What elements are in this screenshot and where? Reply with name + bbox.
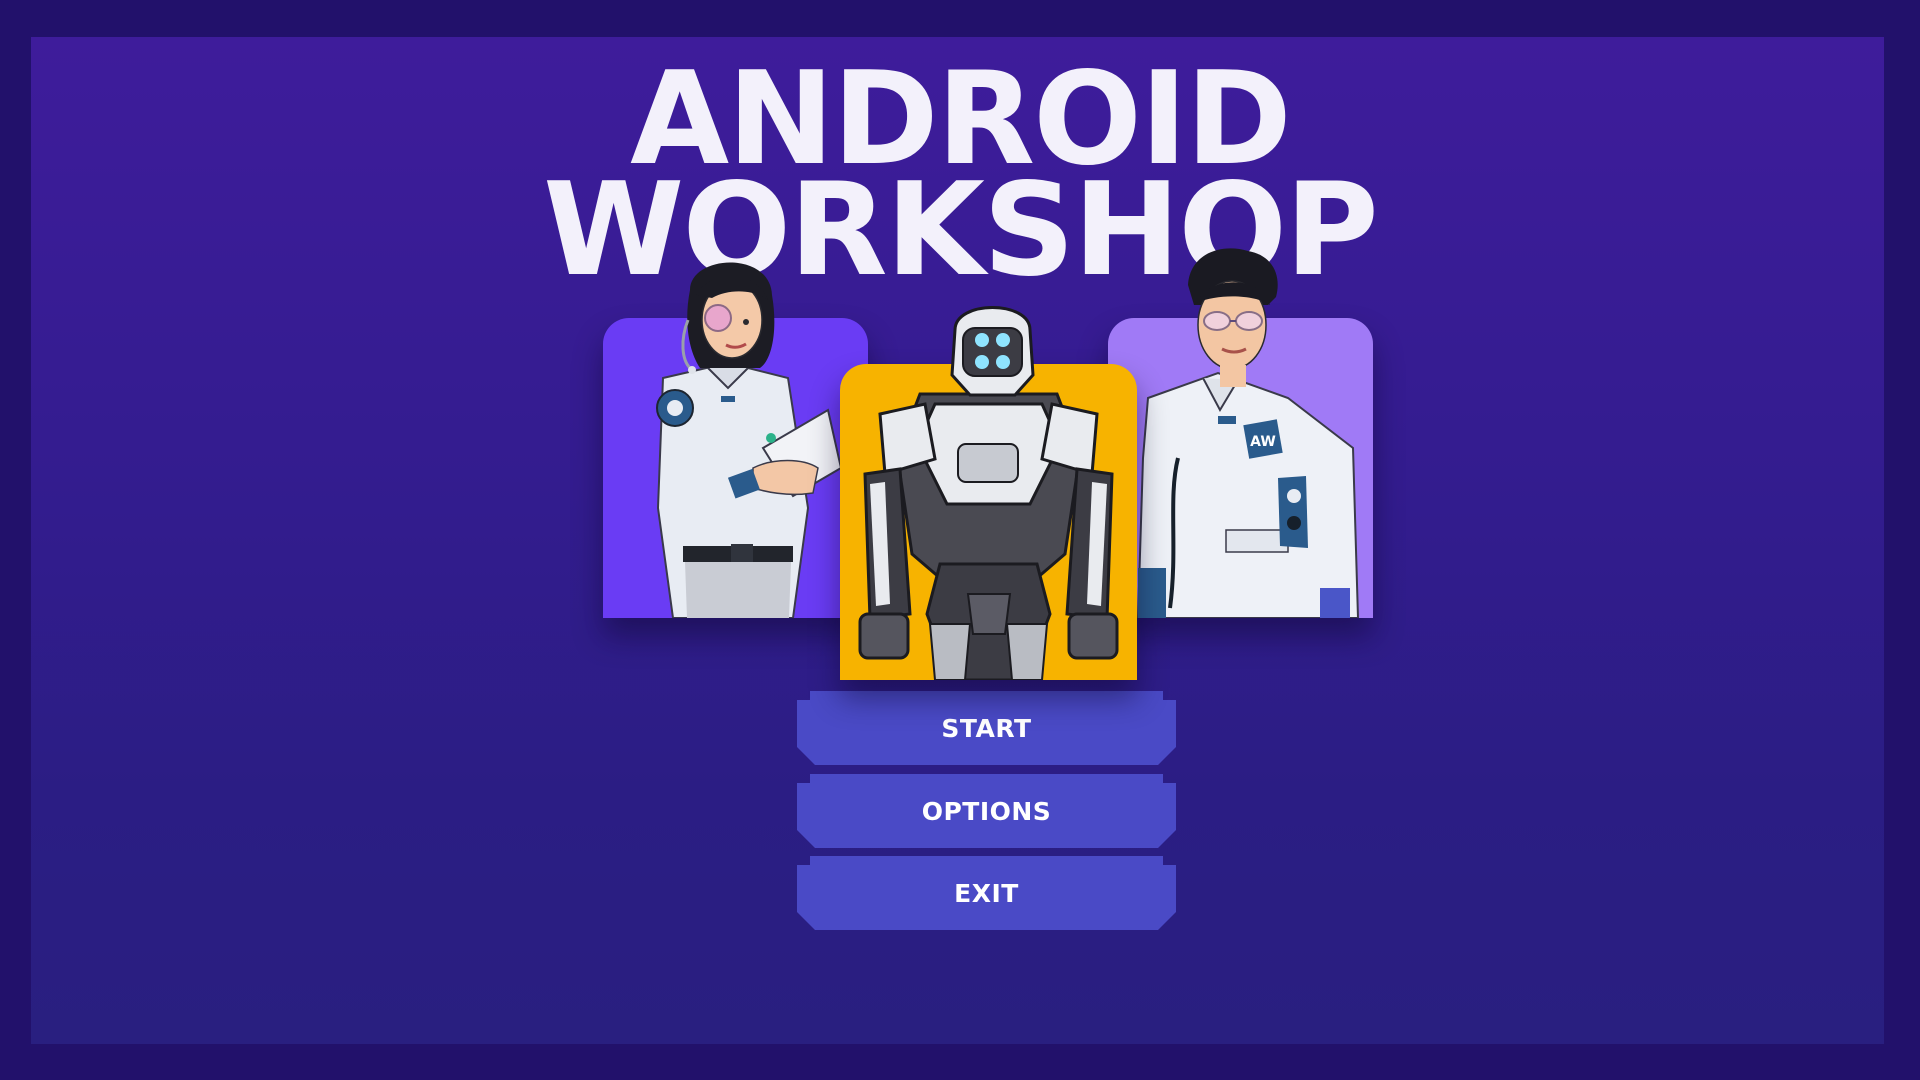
character-card-robot: [840, 364, 1137, 680]
main-menu-screen: ANDROID WORKSHOP AW START OPTIONS EXIT: [0, 0, 1920, 1080]
robot-head-icon: [950, 306, 1035, 397]
game-title-line-2: WORKSHOP: [543, 156, 1379, 305]
start-button[interactable]: START: [797, 691, 1176, 765]
robot-icon: [858, 392, 1119, 680]
male-scientist-head-icon: [1188, 248, 1278, 387]
exit-button[interactable]: EXIT: [797, 856, 1176, 930]
options-button[interactable]: OPTIONS: [797, 774, 1176, 848]
coat-badge-text: AW: [1250, 434, 1276, 450]
female-scientist-head-icon: [681, 262, 775, 374]
